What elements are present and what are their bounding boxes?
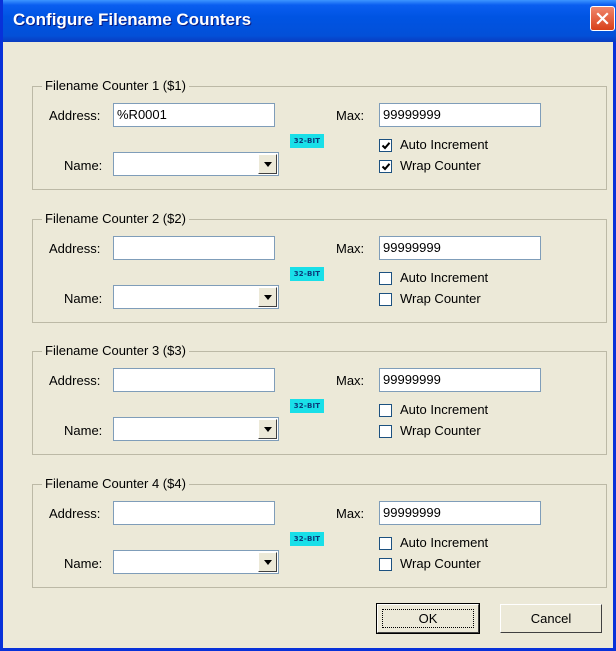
chevron-down-icon — [263, 294, 272, 300]
dropdown-button[interactable] — [258, 419, 277, 439]
auto-increment-label: Auto Increment — [400, 270, 489, 285]
32-bit-badge: 32-BIT — [290, 267, 324, 281]
auto-increment-checkbox[interactable]: Auto Increment — [379, 137, 488, 153]
wrap-counter-label: Wrap Counter — [400, 423, 481, 438]
checkbox-box[interactable] — [379, 403, 392, 417]
checkbox-box[interactable] — [379, 557, 392, 571]
cancel-button[interactable]: Cancel — [500, 604, 602, 633]
chevron-down-icon — [263, 559, 272, 565]
max-input[interactable]: 99999999 — [379, 236, 541, 260]
max-label: Max: — [336, 373, 365, 388]
checkbox-box[interactable] — [379, 536, 392, 550]
address-label: Address: — [49, 506, 101, 521]
auto-increment-label: Auto Increment — [400, 535, 489, 550]
max-label: Max: — [336, 506, 365, 521]
title-bar[interactable]: Configure Filename Counters — [3, 0, 616, 42]
wrap-counter-checkbox[interactable]: Wrap Counter — [379, 423, 481, 439]
ok-button-label: OK — [382, 609, 474, 628]
max-input[interactable]: 99999999 — [379, 501, 541, 525]
32-bit-badge: 32-BIT — [290, 532, 324, 546]
name-dropdown[interactable] — [113, 152, 279, 176]
wrap-counter-label: Wrap Counter — [400, 556, 481, 571]
name-label: Name: — [64, 423, 103, 438]
checkbox-box[interactable] — [379, 138, 392, 152]
counter-group-4: Filename Counter 4 ($4) Address: Name: 3… — [32, 476, 607, 588]
auto-increment-checkbox[interactable]: Auto Increment — [379, 270, 488, 286]
counter-group-title: Filename Counter 3 ($3) — [42, 343, 189, 359]
dropdown-button[interactable] — [258, 287, 277, 307]
max-label: Max: — [336, 241, 365, 256]
address-label: Address: — [49, 108, 101, 123]
chevron-down-icon — [263, 426, 272, 432]
close-button[interactable] — [590, 6, 615, 31]
32-bit-badge: 32-BIT — [290, 399, 324, 413]
auto-increment-label: Auto Increment — [400, 137, 489, 152]
wrap-counter-checkbox[interactable]: Wrap Counter — [379, 291, 481, 307]
counter-group-title: Filename Counter 4 ($4) — [42, 476, 189, 492]
wrap-counter-checkbox[interactable]: Wrap Counter — [379, 556, 481, 572]
dropdown-button[interactable] — [258, 154, 277, 174]
address-input[interactable] — [113, 236, 275, 260]
address-input[interactable] — [113, 368, 275, 392]
address-input[interactable] — [113, 501, 275, 525]
address-label: Address: — [49, 241, 101, 256]
wrap-counter-checkbox[interactable]: Wrap Counter — [379, 158, 481, 174]
counter-group-title: Filename Counter 1 ($1) — [42, 78, 189, 94]
auto-increment-checkbox[interactable]: Auto Increment — [379, 402, 488, 418]
ok-button[interactable]: OK — [376, 603, 480, 634]
dropdown-button[interactable] — [258, 552, 277, 572]
name-dropdown[interactable] — [113, 417, 279, 441]
32-bit-badge: 32-BIT — [290, 134, 324, 148]
wrap-counter-label: Wrap Counter — [400, 158, 481, 173]
checkbox-box[interactable] — [379, 159, 392, 173]
counter-group-title: Filename Counter 2 ($2) — [42, 211, 189, 227]
checkbox-box[interactable] — [379, 271, 392, 285]
name-dropdown[interactable] — [113, 285, 279, 309]
counter-group-1: Filename Counter 1 ($1) Address: %R0001 … — [32, 78, 607, 190]
checkbox-box[interactable] — [379, 424, 392, 438]
auto-increment-label: Auto Increment — [400, 402, 489, 417]
dialog-window: Configure Filename Counters Filename Cou… — [0, 0, 616, 651]
window-title: Configure Filename Counters — [13, 10, 252, 29]
close-icon — [596, 12, 609, 25]
auto-increment-checkbox[interactable]: Auto Increment — [379, 535, 488, 551]
chevron-down-icon — [263, 161, 272, 167]
max-input[interactable]: 99999999 — [379, 368, 541, 392]
max-label: Max: — [336, 108, 365, 123]
counter-group-3: Filename Counter 3 ($3) Address: Name: 3… — [32, 343, 607, 455]
address-input[interactable]: %R0001 — [113, 103, 275, 127]
checkmark-icon — [381, 162, 391, 170]
counter-group-2: Filename Counter 2 ($2) Address: Name: 3… — [32, 211, 607, 323]
max-input[interactable]: 99999999 — [379, 103, 541, 127]
name-dropdown[interactable] — [113, 550, 279, 574]
name-label: Name: — [64, 158, 103, 173]
name-label: Name: — [64, 556, 103, 571]
name-label: Name: — [64, 291, 103, 306]
checkmark-icon — [381, 141, 391, 149]
wrap-counter-label: Wrap Counter — [400, 291, 481, 306]
checkbox-box[interactable] — [379, 292, 392, 306]
address-label: Address: — [49, 373, 101, 388]
